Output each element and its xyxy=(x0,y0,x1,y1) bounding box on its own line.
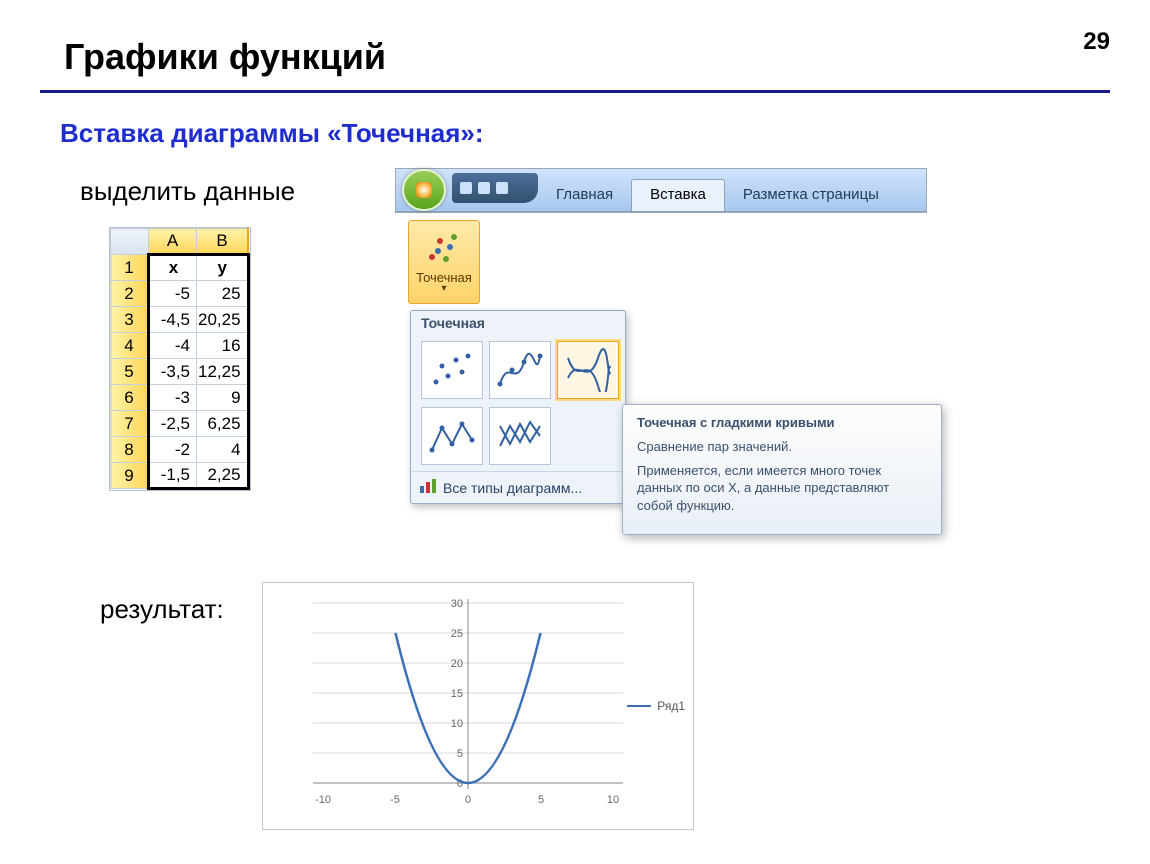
cell[interactable]: -5 xyxy=(149,281,197,307)
row-header[interactable]: 8 xyxy=(111,437,149,463)
row-header[interactable]: 3 xyxy=(111,307,149,333)
tab-page-layout[interactable]: Разметка страницы xyxy=(725,180,897,211)
cell[interactable]: 2,25 xyxy=(197,463,249,489)
y-tick: 10 xyxy=(451,718,463,730)
cell[interactable]: -2 xyxy=(149,437,197,463)
cell[interactable]: x xyxy=(149,255,197,281)
legend-swatch xyxy=(627,705,651,707)
y-tick: 25 xyxy=(451,628,463,640)
gallery-header: Точечная xyxy=(411,311,625,335)
row-header[interactable]: 6 xyxy=(111,385,149,411)
y-tick: 15 xyxy=(451,688,463,700)
cell[interactable]: 4 xyxy=(197,437,249,463)
chart-type-scatter-smooth-markers[interactable] xyxy=(489,341,551,399)
all-chart-types-label: Все типы диаграмм... xyxy=(443,480,582,496)
cell[interactable]: 12,25 xyxy=(197,359,249,385)
x-tick: -10 xyxy=(315,794,331,806)
cell[interactable]: 25 xyxy=(197,281,249,307)
tooltip-line: Сравнение пар значений. xyxy=(637,438,927,456)
cell[interactable]: 16 xyxy=(197,333,249,359)
chart-type-scatter-lines[interactable] xyxy=(489,407,551,465)
scatter-chart-button[interactable]: Точечная ▾ xyxy=(408,220,480,304)
ribbon-tabstrip: Главная Вставка Разметка страницы xyxy=(396,169,926,212)
chart-type-scatter-markers[interactable] xyxy=(421,341,483,399)
tooltip-line: Применяется, если имеется много точек да… xyxy=(637,462,927,515)
col-header-b[interactable]: B xyxy=(197,229,249,255)
title-rule xyxy=(40,90,1110,93)
page-title: Графики функций xyxy=(64,36,386,78)
tab-home[interactable]: Главная xyxy=(538,180,631,211)
cell[interactable]: 20,25 xyxy=(197,307,249,333)
scatter-gallery: Точечная xyxy=(410,310,626,504)
row-header[interactable]: 7 xyxy=(111,411,149,437)
row-header[interactable]: 1 xyxy=(111,255,149,281)
cell[interactable]: -4,5 xyxy=(149,307,197,333)
x-tick: -5 xyxy=(390,794,400,806)
cell[interactable]: -4 xyxy=(149,333,197,359)
bar-chart-icon xyxy=(419,478,437,497)
chart-type-scatter-lines-markers[interactable] xyxy=(421,407,483,465)
y-tick: 20 xyxy=(451,658,463,670)
ribbon-charts-group: Точечная ▾ xyxy=(408,220,480,304)
legend-label: Ряд1 xyxy=(657,699,685,713)
all-chart-types-link[interactable]: Все типы диаграмм... xyxy=(411,471,625,503)
result-label: результат: xyxy=(100,594,224,625)
chart-type-scatter-smooth[interactable] xyxy=(557,341,619,399)
cell[interactable]: -3 xyxy=(149,385,197,411)
ribbon: Главная Вставка Разметка страницы xyxy=(395,168,927,213)
select-data-label: выделить данные xyxy=(80,176,295,207)
result-chart: 30 25 20 15 10 5 0 -10 -5 0 5 10 Ряд1 xyxy=(262,582,694,830)
chevron-down-icon: ▾ xyxy=(441,283,446,294)
x-tick: 0 xyxy=(465,794,471,806)
chart-type-tooltip: Точечная с гладкими кривыми Сравнение па… xyxy=(622,404,942,535)
cell[interactable]: y xyxy=(197,255,249,281)
cell[interactable]: 6,25 xyxy=(197,411,249,437)
cell[interactable]: -2,5 xyxy=(149,411,197,437)
sheet-select-all[interactable] xyxy=(111,229,149,255)
spreadsheet: A B 1 x y 2 -5 25 3 -4,5 20,25 4 -4 16 5… xyxy=(110,228,250,490)
row-header[interactable]: 9 xyxy=(111,463,149,489)
cell[interactable]: 9 xyxy=(197,385,249,411)
x-tick: 5 xyxy=(538,794,544,806)
tooltip-title: Точечная с гладкими кривыми xyxy=(637,415,927,430)
chart-legend: Ряд1 xyxy=(627,699,685,713)
row-header[interactable]: 2 xyxy=(111,281,149,307)
col-header-a[interactable]: A xyxy=(149,229,197,255)
quick-access-toolbar[interactable] xyxy=(452,173,538,203)
tab-insert[interactable]: Вставка xyxy=(631,179,725,211)
y-tick: 5 xyxy=(457,748,463,760)
subtitle: Вставка диаграммы «Точечная»: xyxy=(60,118,484,149)
row-header[interactable]: 4 xyxy=(111,333,149,359)
y-tick: 30 xyxy=(451,598,463,610)
row-header[interactable]: 5 xyxy=(111,359,149,385)
office-button[interactable] xyxy=(402,169,446,211)
scatter-dots-icon xyxy=(424,227,464,270)
cell[interactable]: -3,5 xyxy=(149,359,197,385)
x-tick: 10 xyxy=(607,794,619,806)
cell[interactable]: -1,5 xyxy=(149,463,197,489)
page-number: 29 xyxy=(1083,28,1110,56)
